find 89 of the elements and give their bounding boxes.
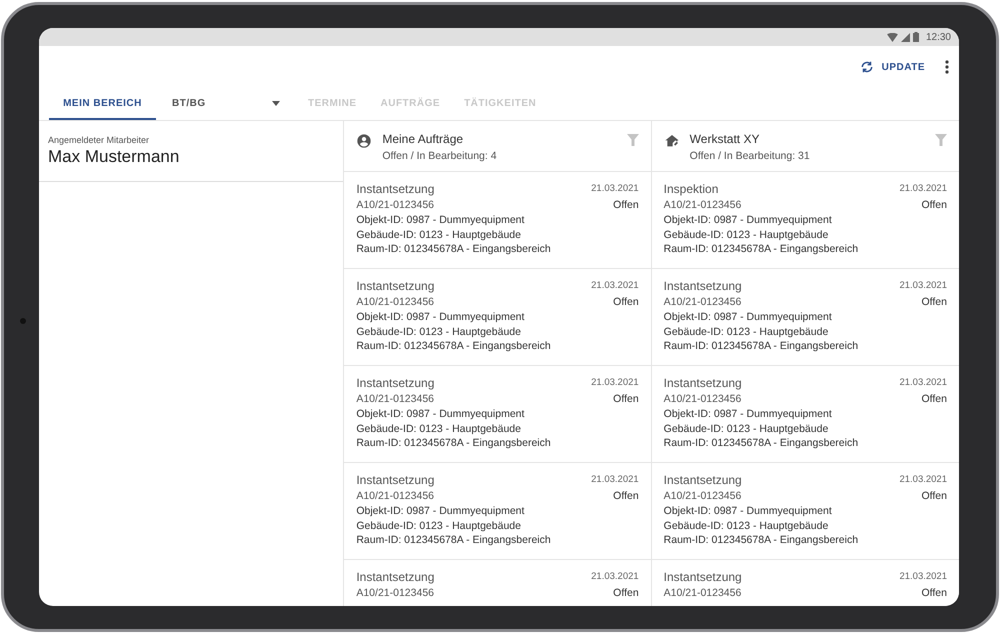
order-status: Offen xyxy=(922,198,947,213)
order-number: A10/21-0123456 xyxy=(664,586,742,601)
battery-icon xyxy=(912,32,919,42)
order-status: Offen xyxy=(922,392,947,407)
order-number: A10/21-0123456 xyxy=(664,198,742,213)
order-detail: Raum-ID: 012345678A - Eingangsbereich xyxy=(664,242,858,256)
order-detail: Gebäude-ID: 0123 - Hauptgebäude xyxy=(664,422,830,436)
order-detail: Objekt-ID: 0987 - Dummyequipment xyxy=(664,407,833,422)
order-title: Instantsetzung xyxy=(664,376,743,391)
tab-dropdown[interactable]: BT/BG xyxy=(156,88,296,120)
order-date: 21.03.2021 xyxy=(899,182,947,196)
order-title: Instantsetzung xyxy=(664,279,743,294)
order-title: Instantsetzung xyxy=(356,279,436,294)
order-status: Offen xyxy=(613,295,639,310)
order-card[interactable]: Instantsetzung A10/21-0123456 Objekt-ID: 0987 - Dummyequipment Gebäude-ID: 0123 - Hauptgebäude Raum-ID: 012345678A - Eingangsbereich 21.03.2021 Offen xyxy=(652,366,959,463)
order-status: Offen xyxy=(922,489,947,504)
column-subtitle: Offen / In Bearbeitung: 4 xyxy=(382,149,498,164)
order-card[interactable]: Instantsetzung A10/21-0123456 Objekt-ID: 0987 - Dummyequipment Gebäude-ID: 0123 - Hauptgebäude Raum-ID: 012345678A - Eingangsbereich 21.03.2021 Offen xyxy=(652,269,959,366)
order-title: Instantsetzung xyxy=(356,570,434,585)
wifi-icon xyxy=(886,32,898,42)
filter-icon[interactable] xyxy=(626,134,639,146)
order-detail: Gebäude-ID: 0123 - Hauptgebäude xyxy=(356,324,522,339)
column-subtitle: Offen / In Bearbeitung: 31 xyxy=(690,149,811,164)
house-tool-icon xyxy=(664,133,680,149)
sync-icon xyxy=(860,61,874,73)
order-date: 21.03.2021 xyxy=(591,473,639,487)
order-date: 21.03.2021 xyxy=(899,570,947,584)
order-date: 21.03.2021 xyxy=(899,473,947,487)
order-detail: Objekt-ID: 0987 - Dummyequipment xyxy=(664,504,833,518)
order-detail: Raum-ID: 012345678A - Eingangsbereich xyxy=(664,533,858,548)
order-detail: Gebäude-ID: 0123 - Hauptgebäude xyxy=(356,422,522,436)
order-detail: Objekt-ID: 0987 - Dummyequipment xyxy=(356,407,526,422)
employee-name: Max Mustermann xyxy=(48,146,180,168)
status-time: 12:30 xyxy=(926,30,951,44)
order-detail: Raum-ID: 012345678A - Eingangsbereich xyxy=(356,436,551,450)
order-status: Offen xyxy=(613,198,639,213)
order-number: A10/21-0123456 xyxy=(356,198,435,213)
order-detail: Raum-ID: 012345678A - Eingangsbereich xyxy=(664,339,858,354)
order-date: 21.03.2021 xyxy=(591,376,639,390)
order-title: Instantsetzung xyxy=(356,376,436,391)
order-number: A10/21-0123456 xyxy=(356,295,435,310)
order-detail: Raum-ID: 012345678A - Eingangsbereich xyxy=(664,436,858,450)
order-status: Offen xyxy=(613,586,639,601)
person-icon xyxy=(356,133,372,149)
order-date: 21.03.2021 xyxy=(591,182,639,196)
tab[interactable]: MEIN BEREICH xyxy=(49,88,156,120)
order-title: Instantsetzung xyxy=(664,473,743,488)
order-detail: Gebäude-ID: 0123 - Hauptgebäude xyxy=(664,518,830,533)
order-detail: Gebäude-ID: 0123 - Hauptgebäude xyxy=(356,228,522,242)
order-detail: Raum-ID: 012345678A - Eingangsbereich xyxy=(356,533,551,548)
order-number: A10/21-0123456 xyxy=(664,489,742,504)
order-detail: Gebäude-ID: 0123 - Hauptgebäude xyxy=(356,518,522,533)
order-number: A10/21-0123456 xyxy=(356,489,435,504)
order-title: Instantsetzung xyxy=(356,473,436,488)
column-title: Werkstatt XY xyxy=(690,131,760,147)
order-card[interactable]: Instantsetzung A10/21-0123456 21.03.2021 Offen xyxy=(652,560,959,606)
order-status: Offen xyxy=(922,586,947,601)
order-detail: Raum-ID: 012345678A - Eingangsbereich xyxy=(356,339,551,354)
order-number: A10/21-0123456 xyxy=(664,295,742,310)
order-title: Instantsetzung xyxy=(664,570,742,585)
order-status: Offen xyxy=(613,392,639,407)
order-date: 21.03.2021 xyxy=(899,376,947,390)
update-button[interactable]: UPDATE xyxy=(852,56,933,78)
order-status: Offen xyxy=(613,489,639,504)
caret-icon xyxy=(272,100,280,106)
order-detail: Raum-ID: 012345678A - Eingangsbereich xyxy=(356,242,551,256)
order-detail: Objekt-ID: 0987 - Dummyequipment xyxy=(356,504,526,518)
order-date: 21.03.2021 xyxy=(591,570,639,584)
column-title: Meine Aufträge xyxy=(382,131,464,147)
order-title: Inspektion xyxy=(664,182,720,197)
more-icon[interactable] xyxy=(945,60,949,74)
order-detail: Objekt-ID: 0987 - Dummyequipment xyxy=(664,310,833,324)
order-number: A10/21-0123456 xyxy=(356,586,434,601)
order-date: 21.03.2021 xyxy=(591,279,639,293)
order-status: Offen xyxy=(922,295,947,310)
order-detail: Objekt-ID: 0987 - Dummyequipment xyxy=(356,213,526,228)
order-card[interactable]: Inspektion A10/21-0123456 Objekt-ID: 0987 - Dummyequipment Gebäude-ID: 0123 - Hauptgebäude Raum-ID: 012345678A - Eingangsbereich 21.03.2021 Offen xyxy=(652,172,959,269)
order-detail: Objekt-ID: 0987 - Dummyequipment xyxy=(664,213,833,228)
order-card[interactable]: Instantsetzung A10/21-0123456 Objekt-ID: 0987 - Dummyequipment Gebäude-ID: 0123 - Hauptgebäude Raum-ID: 012345678A - Eingangsbereich 21.03.2021 Offen xyxy=(652,463,959,560)
order-detail: Gebäude-ID: 0123 - Hauptgebäude xyxy=(664,324,830,339)
order-title: Instantsetzung xyxy=(356,182,436,197)
order-detail: Gebäude-ID: 0123 - Hauptgebäude xyxy=(664,228,830,242)
order-detail: Objekt-ID: 0987 - Dummyequipment xyxy=(356,310,526,324)
employee-caption: Angemeldeter Mitarbeiter xyxy=(48,135,150,146)
order-date: 21.03.2021 xyxy=(899,279,947,293)
filter-icon[interactable] xyxy=(935,134,947,146)
signal-icon xyxy=(900,32,910,42)
order-number: A10/21-0123456 xyxy=(356,392,435,407)
order-number: A10/21-0123456 xyxy=(664,392,742,407)
